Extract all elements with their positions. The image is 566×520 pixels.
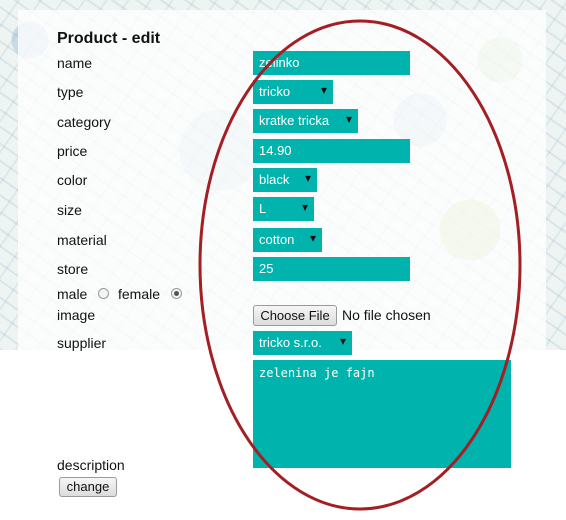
annotation-ellipse bbox=[198, 19, 522, 511]
